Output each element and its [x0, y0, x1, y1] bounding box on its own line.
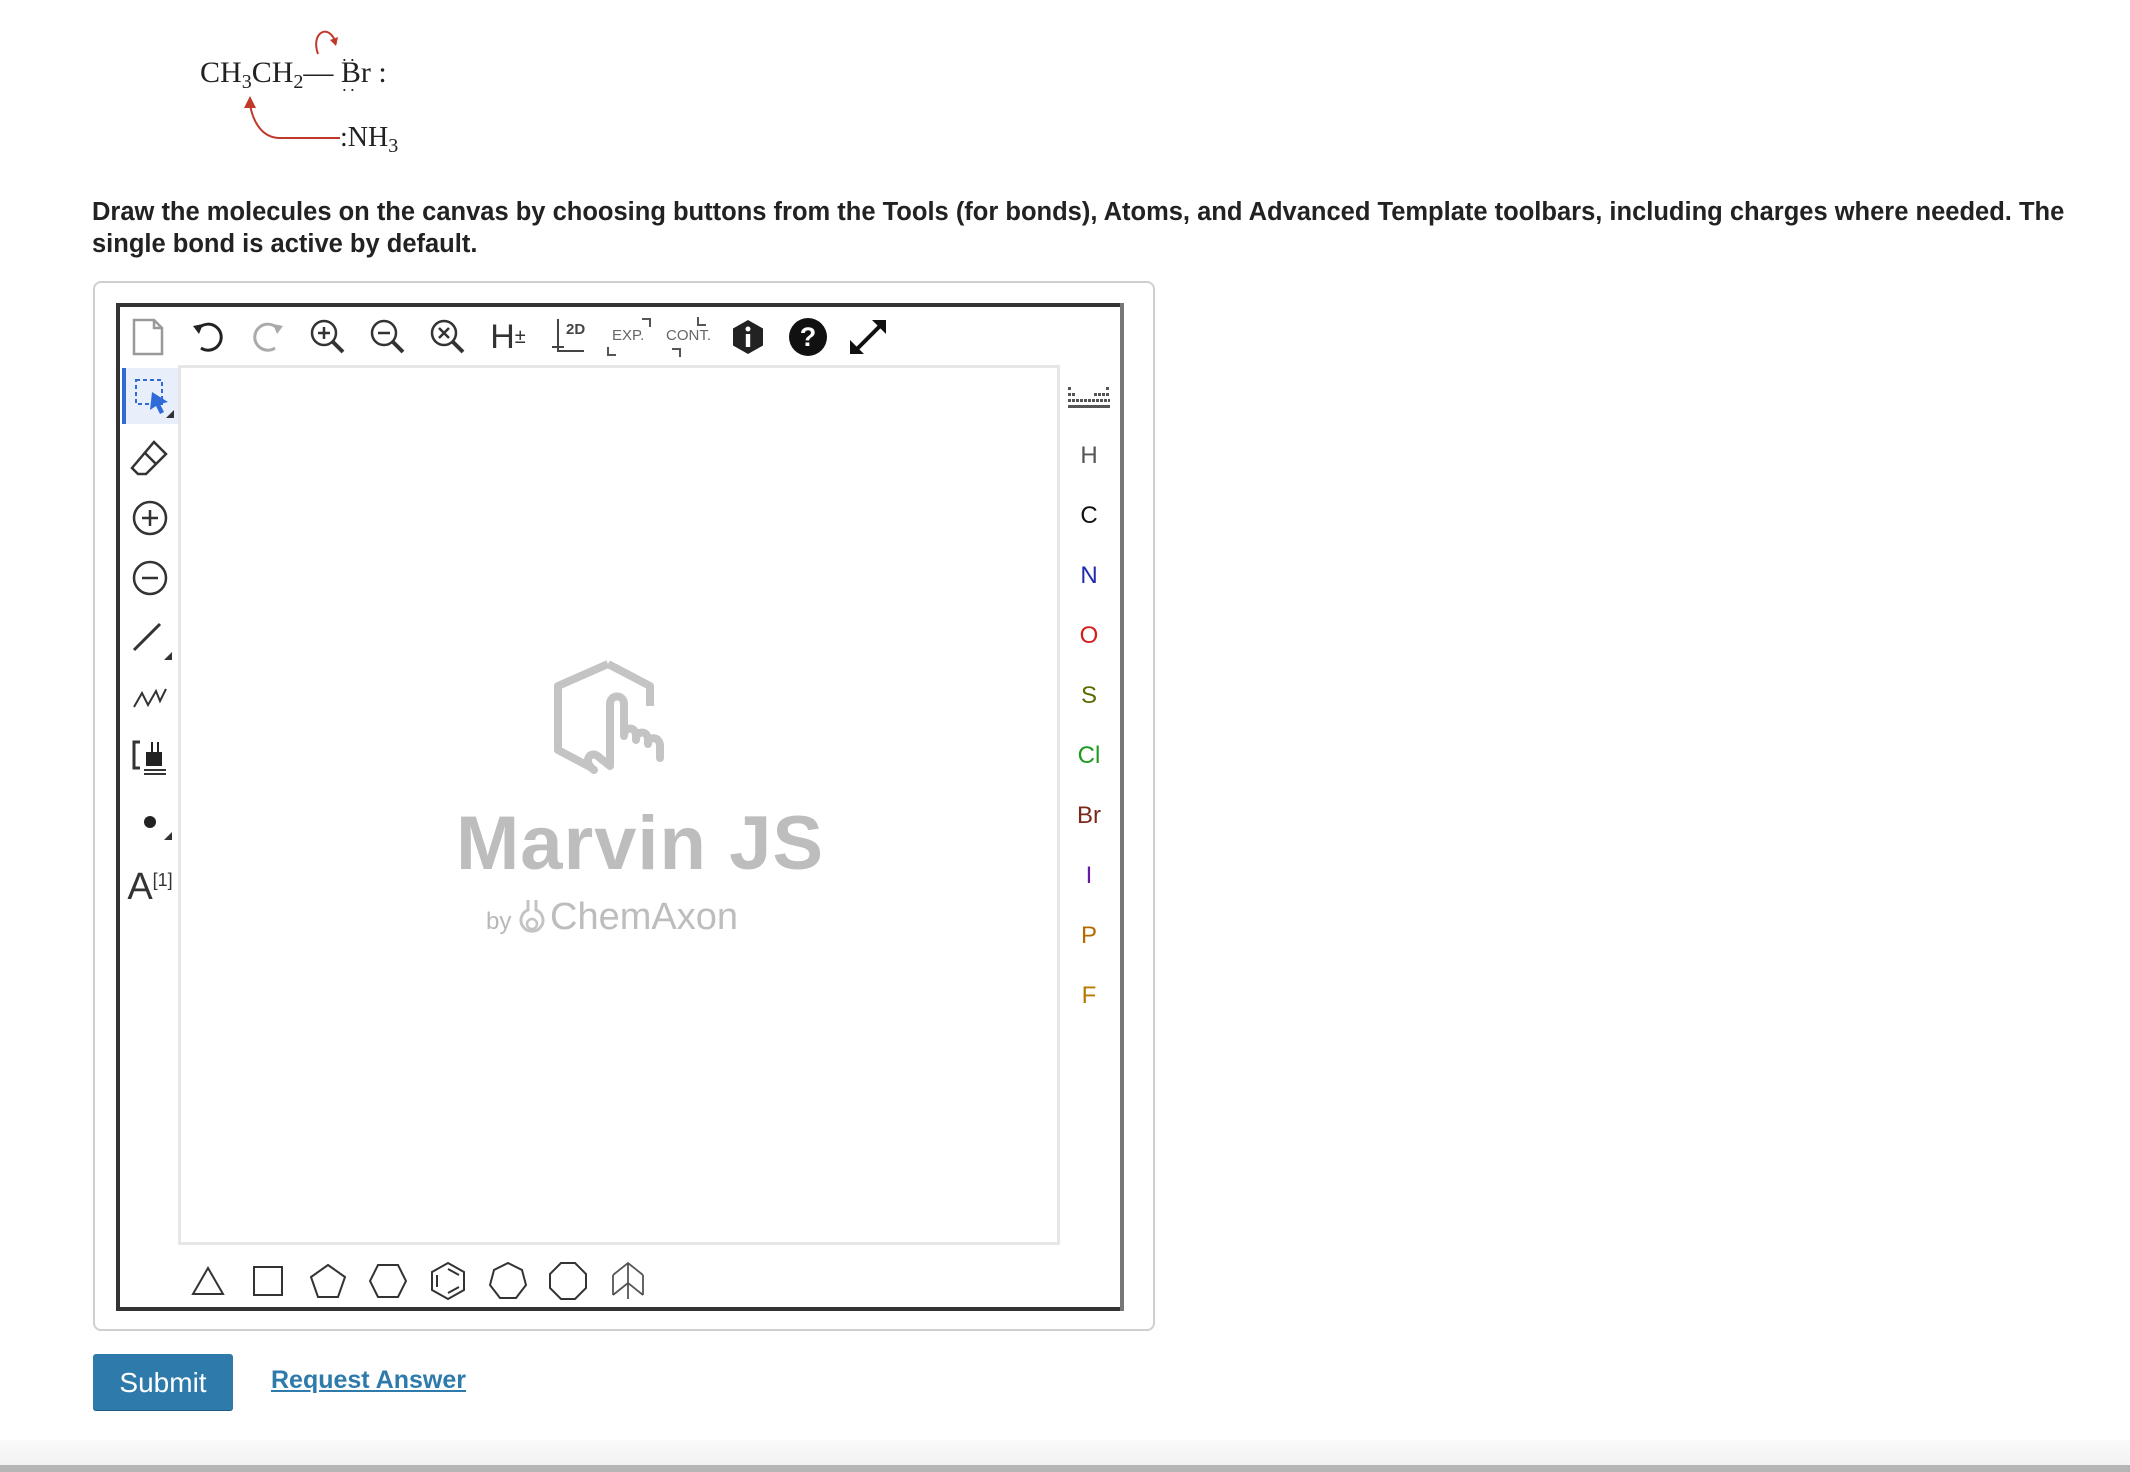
zoom-reset-icon: [430, 319, 465, 354]
atom-o-button[interactable]: O: [1056, 616, 1122, 656]
nucleophile-formula: :NH3: [340, 122, 399, 157]
reaction-diagram: CH3CH2— Br ·· ·· : :NH3: [190, 18, 430, 158]
template-bicyclic[interactable]: [602, 1255, 654, 1307]
zoom-in-icon: [310, 319, 345, 354]
chemaxon-name: ChemAxon: [550, 896, 738, 938]
bracket-tool[interactable]: [122, 730, 178, 786]
plus-circle-icon: [132, 500, 168, 536]
template-square[interactable]: [242, 1255, 294, 1307]
watermark-by: by: [486, 908, 512, 935]
template-hexagon[interactable]: [362, 1255, 414, 1307]
zoom-reset-button[interactable]: [422, 311, 474, 363]
hydrogen-toggle-button[interactable]: H ±: [482, 311, 534, 363]
hexagon-icon: [368, 1264, 408, 1298]
curved-arrow-nucleophile: [244, 96, 340, 139]
atom-h-button[interactable]: H: [1056, 436, 1122, 476]
help-icon: ?: [789, 318, 827, 356]
clean-2d-button[interactable]: 2D: [542, 311, 594, 363]
page-footer-line: [0, 1465, 2130, 1472]
square-icon: [253, 1266, 283, 1296]
negative-charge-tool[interactable]: [122, 550, 178, 606]
pentagon-icon: [309, 1263, 347, 1298]
redo-icon: [253, 322, 283, 352]
info-icon: [733, 320, 763, 354]
atom-p-button[interactable]: P: [1056, 916, 1122, 956]
positive-charge-tool[interactable]: [122, 490, 178, 546]
chain-icon: [133, 688, 167, 708]
single-bond-icon: [132, 622, 172, 660]
template-heptagon[interactable]: [482, 1255, 534, 1307]
atom-map-tool[interactable]: A [1]: [122, 852, 178, 908]
atom-n-button[interactable]: N: [1056, 556, 1122, 596]
benzene-icon: [431, 1261, 465, 1301]
expand-button[interactable]: EXP.: [602, 311, 654, 363]
instructions: Draw the molecules on the canvas by choo…: [92, 198, 2065, 258]
new-document-icon: [132, 318, 164, 356]
radical-tool[interactable]: [122, 790, 178, 846]
curved-arrow-bromide: [315, 30, 338, 55]
triangle-icon: [191, 1265, 225, 1295]
marvin-hand-icon: [554, 660, 664, 774]
heptagon-icon: [488, 1261, 528, 1299]
eraser-tool[interactable]: [122, 430, 178, 486]
redo-button[interactable]: [242, 311, 294, 363]
eraser-icon: [130, 440, 168, 476]
info-button[interactable]: [722, 311, 774, 363]
radical-dot-icon: [144, 816, 172, 840]
chain-tool[interactable]: [122, 670, 178, 726]
atom-i-button[interactable]: I: [1056, 856, 1122, 896]
selection-tool[interactable]: [122, 368, 178, 424]
template-octagon[interactable]: [542, 1255, 594, 1307]
bicyclic-icon: [612, 1261, 644, 1299]
minus-circle-icon: [132, 560, 168, 596]
single-bond-tool[interactable]: [122, 610, 178, 666]
contract-button[interactable]: CONT.: [662, 311, 714, 363]
rectangle-select-icon: [135, 379, 174, 418]
octagon-icon: [549, 1262, 587, 1300]
periodic-table-icon[interactable]: [1068, 385, 1110, 409]
undo-button[interactable]: [182, 311, 234, 363]
atom-f-button[interactable]: F: [1056, 976, 1122, 1016]
fullscreen-icon: [850, 320, 886, 354]
undo-icon: [193, 322, 223, 352]
marvin-js-title: Marvin JS: [456, 801, 825, 886]
zoom-in-button[interactable]: [302, 311, 354, 363]
template-triangle[interactable]: [182, 1255, 234, 1307]
chemaxon-flask-icon: [519, 900, 545, 933]
new-document-button[interactable]: [122, 311, 174, 363]
svg-text:?: ?: [800, 322, 817, 352]
atom-cl-button[interactable]: Cl: [1056, 736, 1122, 776]
help-button[interactable]: ?: [782, 311, 834, 363]
template-benzene[interactable]: [422, 1255, 474, 1307]
request-answer-link[interactable]: Request Answer: [271, 1366, 466, 1395]
fullscreen-button[interactable]: [842, 311, 894, 363]
atom-br-button[interactable]: Br: [1056, 796, 1122, 836]
submit-button[interactable]: Submit: [93, 1354, 233, 1410]
template-pentagon[interactable]: [302, 1255, 354, 1307]
atom-s-button[interactable]: S: [1056, 676, 1122, 716]
atom-c-button[interactable]: C: [1056, 496, 1122, 536]
zoom-out-button[interactable]: [362, 311, 414, 363]
bracket-icon: [132, 740, 166, 775]
zoom-out-icon: [370, 319, 405, 354]
